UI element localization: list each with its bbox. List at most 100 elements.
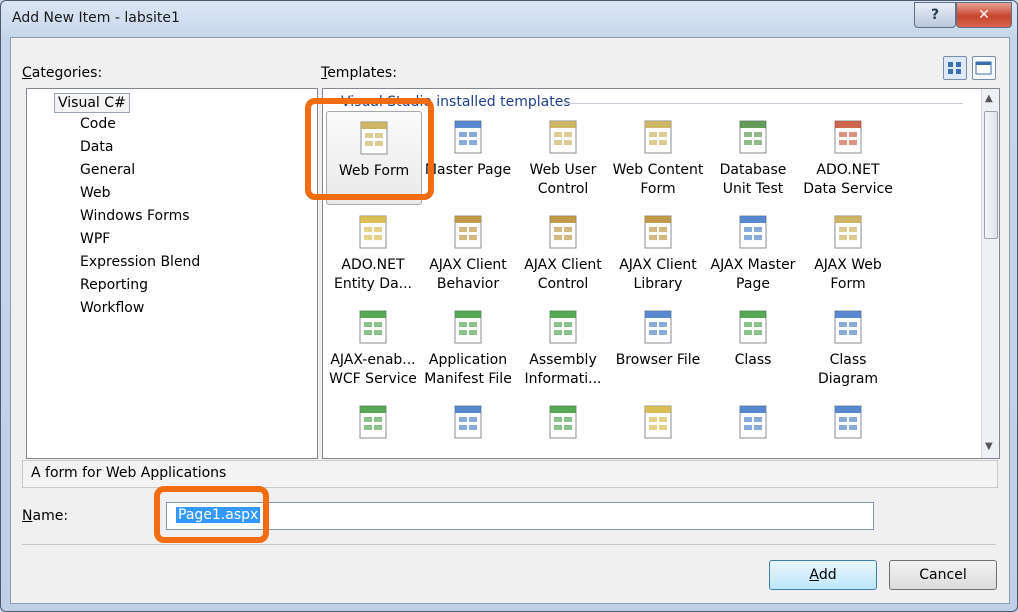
help-icon: ?	[930, 7, 940, 23]
template-item[interactable]: Database Unit Test	[706, 111, 800, 203]
class-diagram-icon	[834, 310, 862, 344]
template-item[interactable]	[611, 396, 705, 458]
category-item[interactable]: Windows Forms	[80, 208, 190, 224]
template-item[interactable]: AJAX Web Form	[801, 206, 895, 298]
template-description: A form for Web Applications	[31, 465, 227, 481]
scroll-up-icon[interactable]: ▲	[985, 93, 993, 104]
template-item[interactable]	[326, 396, 420, 458]
template-label: Assembly	[529, 352, 597, 368]
global-application-icon	[834, 405, 862, 439]
template-item[interactable]: Browser File	[611, 301, 705, 393]
generic-handler-icon	[739, 405, 767, 439]
template-item[interactable]: Web User Control	[516, 111, 610, 203]
template-label-line2: Informati...	[524, 371, 602, 387]
category-item[interactable]: WPF	[80, 231, 110, 247]
template-item[interactable]: Class	[706, 301, 800, 393]
template-item[interactable]: ADO.NET Data Service	[801, 111, 895, 203]
category-item[interactable]: Expression Blend	[80, 254, 200, 270]
template-label: AJAX-enab...	[330, 352, 416, 368]
dialog-body: Categories: Templates: Visual C# Code Dat…	[10, 37, 1010, 604]
large-icons-view-button[interactable]	[943, 56, 967, 80]
name-input[interactable]: Page1.aspx	[166, 502, 874, 530]
close-icon: ✕	[978, 7, 990, 23]
web-form-icon	[360, 121, 388, 155]
template-item[interactable]	[706, 396, 800, 458]
template-label: Database	[719, 162, 787, 178]
template-label: AJAX Client	[619, 257, 697, 273]
template-label-line2: Form	[830, 276, 866, 292]
ajax-wcf-service-icon	[359, 310, 387, 344]
template-item[interactable]: AJAX Client Library	[611, 206, 705, 298]
template-item[interactable]: AJAX Master Page	[706, 206, 800, 298]
template-label: AJAX Client	[524, 257, 602, 273]
template-label: Web Form	[338, 163, 410, 179]
template-item[interactable]: AJAX Client Control	[516, 206, 610, 298]
template-item[interactable]: Assembly Informati...	[516, 301, 610, 393]
code-file-icon	[359, 405, 387, 439]
help-button[interactable]: ?	[914, 2, 956, 28]
template-item[interactable]: ADO.NET Entity Da...	[326, 206, 420, 298]
template-label-line2: Behavior	[436, 276, 500, 292]
scrollbar-thumb[interactable]	[984, 111, 998, 239]
template-item[interactable]: Web Form	[326, 111, 422, 205]
template-label: Application	[428, 352, 508, 368]
templates-scrollbar[interactable]: ▲ ▼	[981, 89, 999, 458]
template-label: Web Content	[612, 162, 704, 178]
template-label-line2: Data Service	[803, 181, 893, 197]
category-item[interactable]: General	[80, 162, 135, 178]
categories-label: Categories:	[22, 65, 103, 81]
category-item[interactable]: Data	[80, 139, 113, 155]
template-description-bar: A form for Web Applications	[22, 460, 998, 488]
templates-list[interactable]: Visual Studio installed templates Web Fo…	[322, 88, 1000, 459]
browser-file-icon	[644, 310, 672, 344]
dialog-window: Add New Item - labsite1 ? ✕ Categories: …	[0, 0, 1018, 612]
template-item[interactable]: Class Diagram	[801, 301, 895, 393]
ajax-client-control-icon	[549, 215, 577, 249]
template-label-line2: Diagram	[817, 371, 879, 387]
template-label: Master Page	[424, 162, 512, 178]
template-item[interactable]	[516, 396, 610, 458]
template-item[interactable]: Web Content Form	[611, 111, 705, 203]
template-item[interactable]: Master Page	[421, 111, 515, 203]
category-item[interactable]: Reporting	[80, 277, 148, 293]
cancel-button[interactable]: Cancel	[889, 560, 997, 590]
template-label-line2: Unit Test	[722, 181, 784, 197]
close-button[interactable]: ✕	[956, 2, 1012, 28]
category-item[interactable]: Code	[80, 116, 116, 132]
scroll-down-icon[interactable]: ▼	[985, 441, 993, 452]
ajax-web-form-icon	[834, 215, 862, 249]
dynamic-data-icon	[644, 405, 672, 439]
templates-label: Templates:	[321, 65, 397, 81]
title-bar[interactable]: Add New Item - labsite1 ? ✕	[1, 1, 1017, 37]
template-item[interactable]	[801, 396, 895, 458]
templates-group-header: Visual Studio installed templates	[341, 94, 571, 110]
template-label: AJAX Client	[429, 257, 507, 273]
group-divider	[563, 103, 963, 104]
ado-net-data-service-icon	[834, 120, 862, 154]
ajax-client-library-icon	[644, 215, 672, 249]
list-view-icon	[975, 61, 992, 75]
template-item[interactable]: AJAX Client Behavior	[421, 206, 515, 298]
category-item[interactable]: Web	[80, 185, 111, 201]
template-item[interactable]: Application Manifest File	[421, 301, 515, 393]
template-label-line2: Entity Da...	[333, 276, 413, 292]
template-item[interactable]	[421, 396, 515, 458]
ado-net-entity-icon	[359, 215, 387, 249]
database-unit-test-icon	[739, 120, 767, 154]
template-label-line2: Library	[633, 276, 683, 292]
template-item[interactable]: AJAX-enab... WCF Service	[326, 301, 420, 393]
web-content-form-icon	[644, 120, 672, 154]
small-icons-view-button[interactable]	[972, 56, 996, 80]
ajax-master-page-icon	[739, 215, 767, 249]
category-visual-csharp[interactable]: Visual C#	[54, 93, 130, 113]
window-title: Add New Item - labsite1	[12, 10, 180, 26]
template-label: AJAX Web	[814, 257, 882, 273]
category-item[interactable]: Workflow	[80, 300, 144, 316]
application-manifest-icon	[454, 310, 482, 344]
template-label-line2: Manifest File	[424, 371, 512, 387]
template-label-line2: WCF Service	[329, 371, 417, 387]
assembly-info-icon	[549, 310, 577, 344]
categories-tree[interactable]: Visual C# Code Data General Web Windows Form…	[26, 88, 318, 459]
template-label-line2: Form	[640, 181, 676, 197]
add-button[interactable]: Add	[769, 560, 877, 590]
